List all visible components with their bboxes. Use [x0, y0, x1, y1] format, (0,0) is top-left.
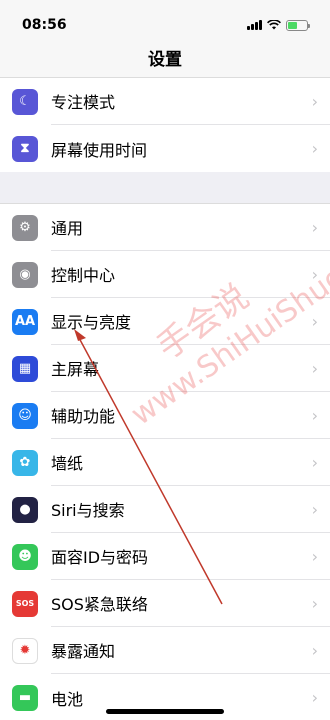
chevron-right-icon: › [311, 546, 318, 566]
settings-group-1: ☾ 专注模式 › ⧗ 屏幕使用时间 › [0, 78, 330, 172]
chevron-right-icon: › [311, 688, 318, 707]
battery-status-icon [286, 19, 310, 31]
row-content: 专注模式 › [51, 78, 330, 125]
settings-row-siri[interactable]: ● Siri与搜索 › [0, 486, 330, 533]
row-label: Siri与搜索 [51, 501, 125, 520]
toggles-icon: ◉ [12, 261, 38, 288]
settings-row-grid[interactable]: ▦ 主屏幕 › [0, 345, 330, 392]
row-content: SOS紧急联络 › [51, 580, 330, 627]
row-content: 屏幕使用时间 › [51, 125, 330, 172]
signal-icon [247, 20, 262, 30]
settings-row-text-size[interactable]: AA 显示与亮度 › [0, 298, 330, 345]
settings-row-face-id[interactable]: ☻ 面容ID与密码 › [0, 533, 330, 580]
home-indicator[interactable] [106, 709, 224, 714]
gear-icon: ⚙ [12, 214, 38, 241]
exposure-icon: ✹ [12, 637, 38, 664]
wallpaper-icon: ✿ [12, 449, 38, 476]
row-content: 辅助功能 › [51, 392, 330, 439]
settings-row-toggles[interactable]: ◉ 控制中心 › [0, 251, 330, 298]
settings-row-gear[interactable]: ⚙ 通用 › [0, 204, 330, 251]
status-icons [247, 19, 310, 31]
row-label: 主屏幕 [51, 360, 100, 379]
nav-bar: 设置 [0, 38, 330, 78]
row-content: 控制中心 › [51, 251, 330, 298]
settings-group-2: ⚙ 通用 › ◉ 控制中心 › AA 显示与亮度 › ▦ 主屏幕 › ☺ 辅助功能 › ✿ 墙纸 › ● Siri与搜… [0, 204, 330, 720]
chevron-right-icon: › [311, 139, 318, 158]
settings-row-exposure[interactable]: ✹ 暴露通知 › [0, 627, 330, 674]
siri-icon: ● [12, 496, 38, 523]
row-content: 通用 › [51, 204, 330, 251]
row-content: 面容ID与密码 › [51, 533, 330, 580]
chevron-right-icon: › [311, 593, 318, 613]
face-id-icon: ☻ [12, 543, 38, 570]
chevron-right-icon: › [311, 91, 318, 111]
status-bar: 08:56 [0, 0, 330, 38]
settings-row-wallpaper[interactable]: ✿ 墙纸 › [0, 439, 330, 486]
chevron-right-icon: › [311, 499, 318, 519]
row-content: 显示与亮度 › [51, 298, 330, 345]
row-label: 暴露通知 [51, 642, 116, 661]
row-label: 墙纸 [51, 454, 84, 473]
settings-row-hourglass[interactable]: ⧗ 屏幕使用时间 › [0, 125, 330, 172]
accessibility-icon: ☺ [12, 402, 38, 429]
row-label: 辅助功能 [51, 407, 116, 426]
grid-icon: ▦ [12, 355, 38, 382]
wifi-icon [267, 20, 281, 30]
settings-row-accessibility[interactable]: ☺ 辅助功能 › [0, 392, 330, 439]
row-label: SOS紧急联络 [51, 595, 148, 614]
status-time: 08:56 [22, 17, 67, 33]
row-label: 控制中心 [51, 266, 116, 285]
moon-icon: ☾ [12, 88, 38, 115]
battery-icon: ▬ [12, 684, 38, 711]
row-label: 面容ID与密码 [51, 548, 149, 567]
row-content: 墙纸 › [51, 439, 330, 486]
sos-icon: SOS [12, 590, 38, 617]
text-size-icon: AA [12, 308, 38, 335]
chevron-right-icon: › [311, 405, 318, 425]
chevron-right-icon: › [311, 358, 318, 378]
row-label: 显示与亮度 [51, 313, 132, 332]
page-title: 设置 [148, 50, 182, 70]
chevron-right-icon: › [311, 311, 318, 331]
row-label: 通用 [51, 219, 84, 238]
row-content: 暴露通知 › [51, 627, 330, 674]
row-content: 主屏幕 › [51, 345, 330, 392]
row-label: 电池 [51, 689, 84, 709]
hourglass-icon: ⧗ [12, 135, 38, 162]
chevron-right-icon: › [311, 452, 318, 472]
chevron-right-icon: › [311, 217, 318, 237]
row-content: Siri与搜索 › [51, 486, 330, 533]
settings-row-moon[interactable]: ☾ 专注模式 › [0, 78, 330, 125]
chevron-right-icon: › [311, 264, 318, 284]
row-label: 屏幕使用时间 [51, 140, 148, 160]
settings-row-sos[interactable]: SOS SOS紧急联络 › [0, 580, 330, 627]
chevron-right-icon: › [311, 640, 318, 660]
group-separator [0, 172, 330, 204]
row-label: 专注模式 [51, 93, 116, 112]
